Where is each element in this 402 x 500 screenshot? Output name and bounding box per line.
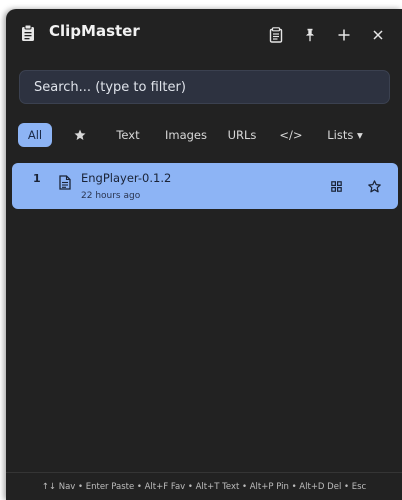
titlebar: ClipMaster: [6, 9, 402, 59]
close-icon: [373, 30, 383, 40]
favorite-button[interactable]: [365, 177, 383, 195]
item-timestamp: 22 hours ago: [81, 191, 141, 201]
app-title: ClipMaster: [49, 22, 140, 40]
filter-code[interactable]: </>: [272, 123, 310, 147]
add-to-list-button[interactable]: [327, 177, 345, 195]
filter-urls[interactable]: URLs: [222, 123, 262, 147]
filter-bar: All Text Images URLs </> Lists ▾: [18, 123, 398, 147]
star-icon: [74, 129, 86, 140]
filter-all[interactable]: All: [18, 123, 52, 147]
clipmaster-window: ClipMaster Search... (type to filter) Al…: [6, 9, 402, 500]
pin-button[interactable]: [299, 24, 321, 46]
grid-icon: [330, 180, 342, 192]
star-outline-icon: [367, 179, 381, 192]
document-icon: [59, 175, 71, 190]
add-button[interactable]: [333, 24, 355, 46]
plus-icon: [338, 29, 350, 41]
filter-lists-dropdown[interactable]: Lists ▾: [320, 123, 370, 147]
filter-images[interactable]: Images: [160, 123, 212, 147]
pin-icon: [306, 28, 314, 42]
list-item[interactable]: 1 EngPlayer-0.1.2 22 hours ago: [12, 163, 398, 209]
clipboard-icon: [22, 24, 34, 41]
item-title: EngPlayer-0.1.2: [81, 171, 172, 185]
close-button[interactable]: [367, 24, 389, 46]
search-input[interactable]: [19, 70, 390, 104]
filter-favorites[interactable]: [66, 123, 94, 147]
item-index: 1: [33, 172, 41, 185]
notes-button[interactable]: [265, 24, 287, 46]
keyboard-hints: ↑↓ Nav • Enter Paste • Alt+F Fav • Alt+T…: [6, 472, 402, 500]
notes-icon: [269, 27, 283, 43]
filter-text[interactable]: Text: [106, 123, 150, 147]
